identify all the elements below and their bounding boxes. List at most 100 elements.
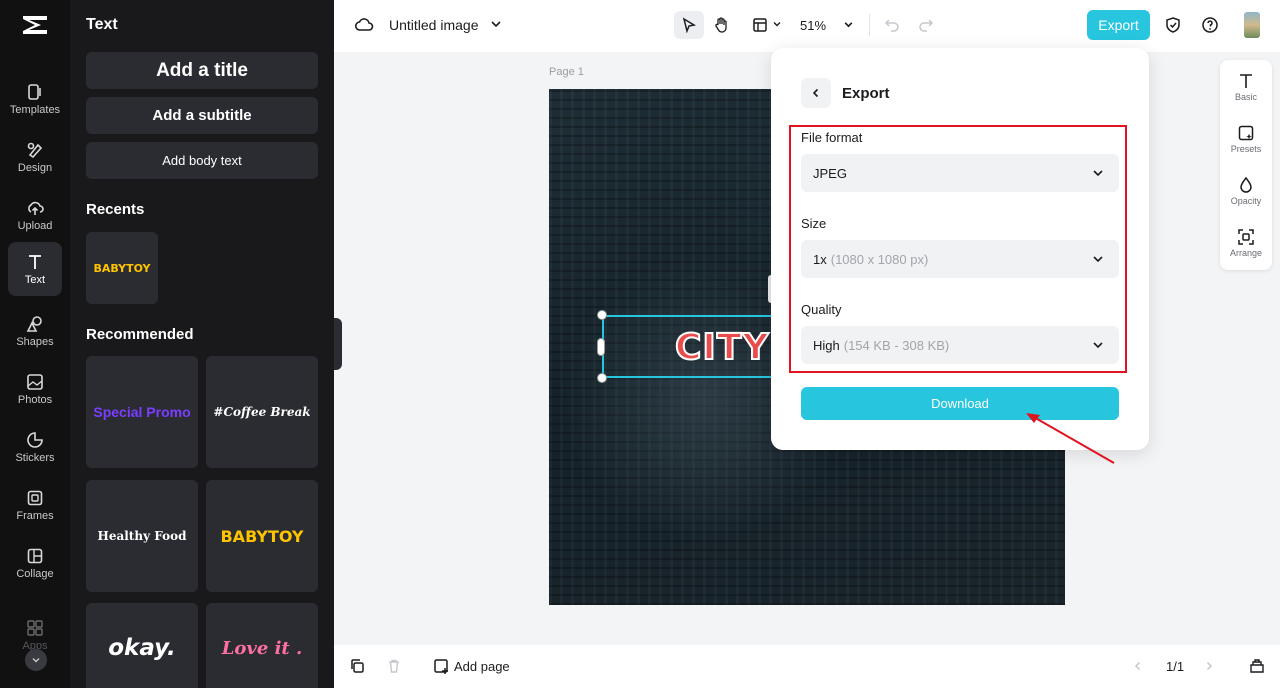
bottom-bar: Add page 1/1 <box>334 645 1280 688</box>
rail-label: Design <box>17 161 53 174</box>
page-manager-button[interactable] <box>1248 657 1266 675</box>
recent-text-style[interactable]: BABYTOY <box>86 232 158 304</box>
add-title-button[interactable]: Add a title <box>86 52 318 89</box>
chevron-down-icon <box>844 21 852 27</box>
hand-icon <box>715 17 727 33</box>
recommended-style[interactable]: #Coffee Break <box>206 356 318 468</box>
shield-icon <box>1166 17 1180 33</box>
style-preview: Healthy Food <box>97 529 187 543</box>
collage-icon <box>27 548 43 563</box>
tool-arrange[interactable]: Arrange <box>1220 228 1272 258</box>
frames-icon <box>27 490 43 505</box>
panel-collapse-handle[interactable] <box>334 318 342 370</box>
next-page-button[interactable] <box>1201 658 1217 674</box>
layout-dropdown-chevron[interactable] <box>771 18 783 30</box>
style-preview: okay. <box>108 635 176 661</box>
rail-more-button[interactable] <box>25 649 47 671</box>
avatar[interactable] <box>1244 12 1260 38</box>
rail-frames[interactable]: Frames <box>8 478 62 532</box>
rail-collage[interactable]: Collage <box>8 536 62 590</box>
tool-label: Presets <box>1230 144 1262 154</box>
export-button[interactable]: Export <box>1087 10 1150 40</box>
rail-label: Templates <box>9 103 61 116</box>
chevron-left-icon <box>1134 661 1141 671</box>
select-tool-button[interactable] <box>674 11 704 39</box>
resize-handle[interactable] <box>597 373 607 383</box>
zoom-level[interactable]: 51% <box>800 15 826 35</box>
rail-upload[interactable]: Upload <box>8 188 62 242</box>
title-dropdown-chevron[interactable] <box>489 17 503 31</box>
rail-label: Photos <box>17 393 53 406</box>
style-preview: Love it . <box>221 637 303 659</box>
rail-stickers[interactable]: Stickers <box>8 420 62 474</box>
rail-photos[interactable]: Photos <box>8 362 62 416</box>
layout-button[interactable] <box>748 13 772 37</box>
capcut-logo[interactable] <box>20 12 50 38</box>
recommended-style[interactable]: Healthy Food <box>86 480 198 592</box>
recent-style-preview: BABYTOY <box>93 261 151 275</box>
rail-label: Upload <box>17 219 53 232</box>
page-indicator: 1/1 <box>1166 658 1185 674</box>
canvas-headline-text[interactable]: CITY <box>674 326 769 369</box>
tool-label: Basic <box>1234 92 1257 102</box>
duplicate-page-button[interactable] <box>348 657 366 675</box>
export-back-button[interactable] <box>801 78 831 108</box>
add-subtitle-button[interactable]: Add a subtitle <box>86 97 318 134</box>
recommended-style[interactable]: Special Promo <box>86 356 198 468</box>
redo-button[interactable] <box>916 15 936 35</box>
rail-label: Shapes <box>16 335 54 348</box>
tool-presets[interactable]: Presets <box>1220 124 1272 154</box>
chevron-down-icon <box>491 21 501 28</box>
rail-design[interactable]: Design <box>8 130 62 184</box>
opacity-icon <box>1240 176 1252 193</box>
shapes-icon <box>26 315 42 332</box>
trash-icon <box>389 659 399 673</box>
resize-handle[interactable] <box>597 310 607 320</box>
style-preview: #Coffee Break <box>213 405 311 419</box>
recommended-style[interactable]: Love it . <box>206 603 318 688</box>
chevron-down-icon <box>773 22 781 27</box>
prev-page-button[interactable] <box>1130 658 1146 674</box>
layout-icon <box>753 18 767 32</box>
rail-label: Stickers <box>15 451 55 464</box>
undo-button[interactable] <box>882 15 902 35</box>
rail-templates[interactable]: Templates <box>8 72 62 126</box>
help-icon <box>1202 17 1218 33</box>
add-page-button-icon[interactable] <box>432 657 450 675</box>
tool-opacity[interactable]: Opacity <box>1220 176 1272 206</box>
annotation-highlight-box <box>789 125 1127 373</box>
upload-icon <box>28 201 44 215</box>
rail-label: Frames <box>16 509 54 522</box>
document-title[interactable]: Untitled image <box>389 15 479 35</box>
zoom-dropdown-chevron[interactable] <box>842 18 854 30</box>
rail-text[interactable]: Text <box>8 242 62 296</box>
delete-page-button[interactable] <box>385 657 403 675</box>
tool-basic[interactable]: Basic <box>1220 72 1272 102</box>
recommended-style[interactable]: okay. <box>86 603 198 688</box>
shield-button[interactable] <box>1163 15 1183 35</box>
top-bar: Untitled image 51% Export <box>334 0 1280 52</box>
add-body-text-button[interactable]: Add body text <box>86 142 318 179</box>
annotation-arrow <box>1026 413 1115 464</box>
redo-icon <box>919 19 934 32</box>
side-resize-handle[interactable] <box>597 338 605 356</box>
tool-label: Opacity <box>1230 196 1262 206</box>
text-panel: Text Add a title Add a subtitle Add body… <box>70 0 334 688</box>
duplicate-icon <box>351 659 364 673</box>
apps-icon <box>27 619 43 636</box>
text-basic-icon <box>1240 74 1252 88</box>
hand-tool-button[interactable] <box>710 13 734 37</box>
photos-icon <box>27 373 43 390</box>
rail-shapes[interactable]: Shapes <box>8 304 62 358</box>
stickers-icon <box>27 431 43 448</box>
style-preview: BABYTOY <box>220 526 304 546</box>
add-page-button[interactable]: Add page <box>454 657 510 675</box>
panel-title: Text <box>86 16 118 33</box>
left-rail: Templates Design Upload Text Shapes Phot… <box>0 0 70 688</box>
cloud-sync-icon[interactable] <box>354 15 374 35</box>
presets-icon <box>1238 125 1254 141</box>
toolbar-divider <box>869 14 870 36</box>
help-button[interactable] <box>1200 15 1220 35</box>
rail-label: Collage <box>16 567 54 580</box>
recommended-style[interactable]: BABYTOY <box>206 480 318 592</box>
